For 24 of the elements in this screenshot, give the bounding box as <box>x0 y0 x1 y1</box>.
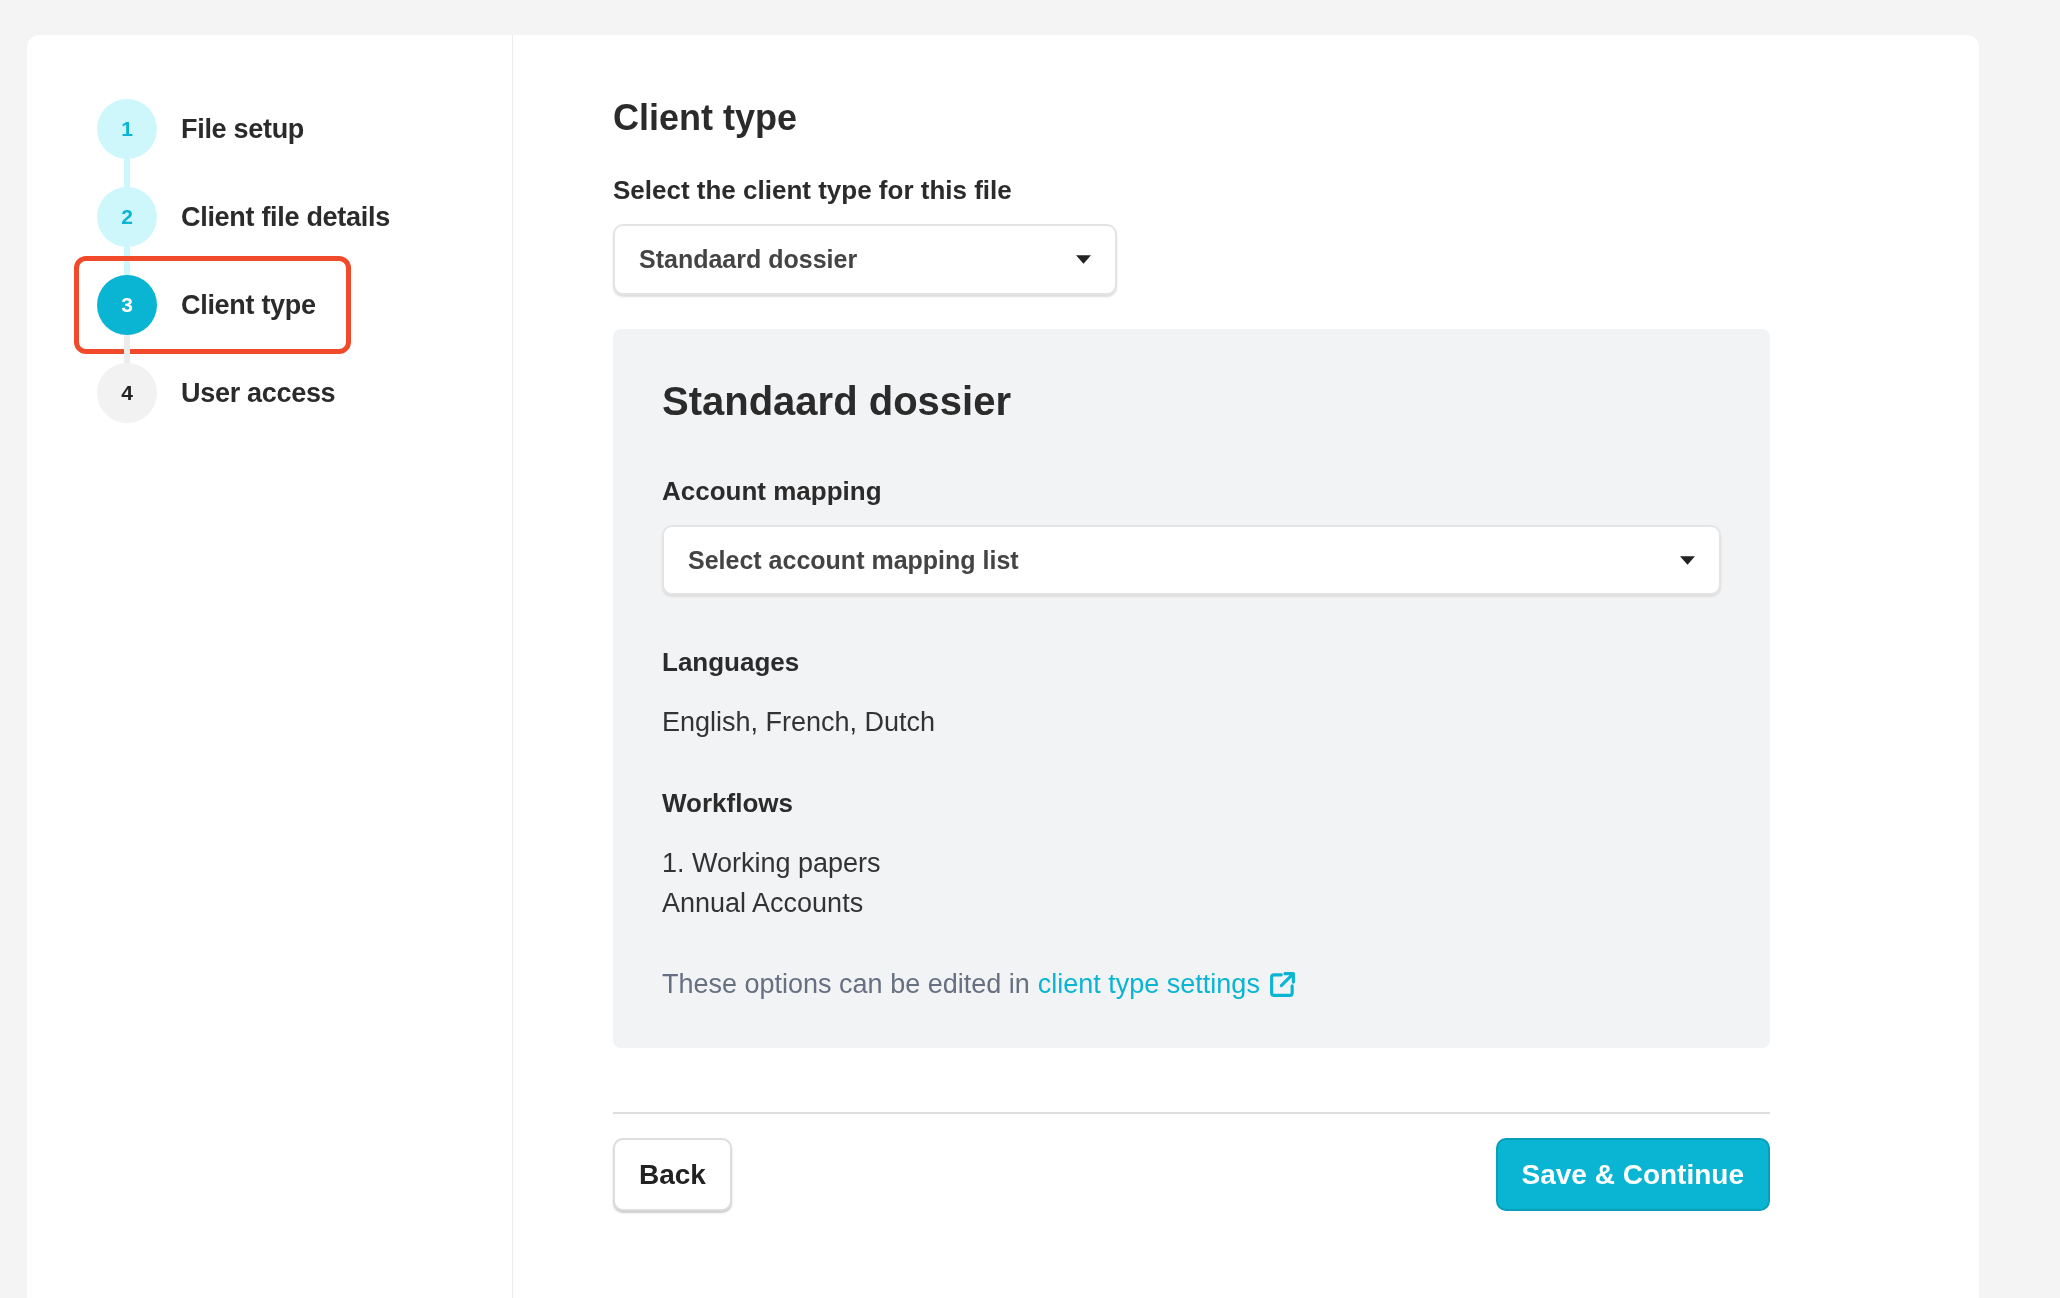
step-label[interactable]: File setup <box>181 113 305 145</box>
back-button[interactable]: Back <box>613 1138 732 1211</box>
workflow-item: 1. Working papers <box>662 847 882 880</box>
section-label: Workflows <box>662 788 794 819</box>
section-label: Languages <box>662 647 801 678</box>
client-type-dropdown[interactable]: Standaard dossier <box>613 224 1117 295</box>
step-label[interactable]: Client type <box>181 289 316 321</box>
workflow-item: Annual Accounts <box>662 887 865 920</box>
caret-icon <box>1076 255 1091 264</box>
step-label[interactable]: Client file details <box>181 201 390 233</box>
field-label: Select the client type for this file <box>613 175 1013 206</box>
panel-title: Standaard dossier <box>662 379 1012 424</box>
field-label: Account mapping <box>662 476 883 507</box>
step-number: 1 <box>97 99 157 159</box>
step-number: 4 <box>97 363 157 423</box>
step-number: 2 <box>97 187 157 247</box>
page-title: Client type <box>613 97 799 139</box>
step-label[interactable]: User access <box>181 377 336 409</box>
caret-icon <box>1680 555 1695 565</box>
languages-text: English, French, Dutch <box>662 706 937 739</box>
step-number: 3 <box>97 275 157 335</box>
external-link-icon <box>1267 970 1297 999</box>
account-mapping-dropdown[interactable]: Select account mapping list <box>662 525 1721 595</box>
note-text: These options can be edited in <box>662 969 1030 1000</box>
